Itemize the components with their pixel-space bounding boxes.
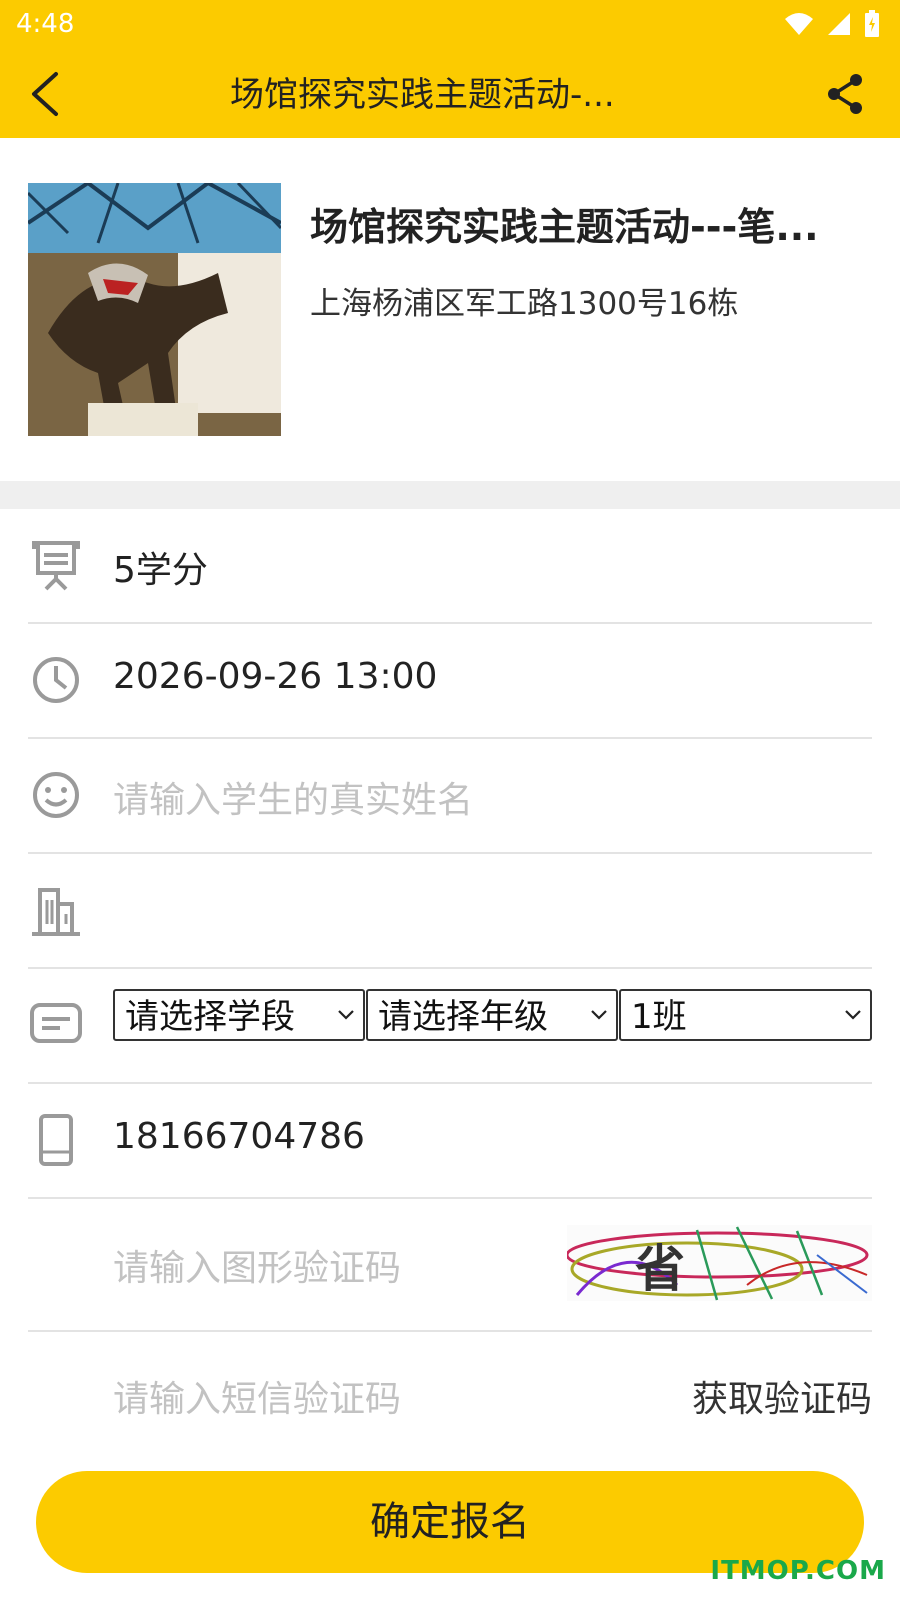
message-box-icon [30,1003,82,1043]
sms-row: 请输入短信验证码 获取验证码 [28,1332,872,1448]
activity-title: 场馆探究实践主题活动---笔... [310,205,819,249]
activity-thumbnail [28,183,281,436]
credit-value: 5学分 [113,550,208,591]
name-row[interactable]: 请输入学生的真实姓名 [28,739,872,854]
watermark: ITMOP.COM [710,1556,886,1586]
chevron-down-icon [591,1010,607,1020]
stage-select[interactable]: 请选择学段 [113,989,365,1041]
page-title: 场馆探究实践主题活动-... [230,75,615,115]
activity-address: 上海杨浦区军工路1300号16栋 [310,286,739,322]
activity-card[interactable]: 场馆探究实践主题活动---笔... 上海杨浦区军工路1300号16栋 [0,138,900,481]
class-select[interactable]: 1班 [619,989,872,1041]
grade-select-value: 请选择年级 [378,997,548,1037]
presentation-board-icon [32,541,80,591]
get-code-button[interactable]: 获取验证码 [692,1370,872,1422]
battery-icon [865,10,879,37]
captcha-input[interactable]: 请输入图形验证码 [113,1239,401,1291]
status-icons [784,10,880,38]
credit-row: 5学分 [28,509,872,624]
class-row: 请选择学段 请选择年级 1班 [28,969,872,1084]
captcha-noise [567,1226,869,1301]
grade-select[interactable]: 请选择年级 [366,989,618,1041]
student-name-input[interactable]: 请输入学生的真实姓名 [113,771,473,823]
datetime-row: 2026-09-26 13:00 [28,624,872,739]
captcha-row: 请输入图形验证码 省 [28,1199,872,1332]
stage-select-value: 请选择学段 [125,997,295,1037]
back-arrow-icon[interactable] [22,68,74,120]
app-bar: 场馆探究实践主题活动-... [0,50,900,138]
smiley-face-icon [33,772,79,818]
chevron-down-icon [845,1010,861,1020]
sms-code-input[interactable]: 请输入短信验证码 [113,1370,401,1422]
captcha-char: 省 [635,1240,685,1298]
school-row[interactable] [28,854,872,969]
share-icon[interactable] [822,70,870,118]
phone-row[interactable]: 18166704786 [28,1084,872,1199]
section-divider [0,481,900,509]
wifi-icon [785,13,813,35]
phone-input[interactable]: 18166704786 [113,1116,365,1157]
mobile-phone-icon [39,1114,73,1166]
status-time: 4:48 [16,9,75,39]
datetime-value: 2026-09-26 13:00 [113,656,438,697]
class-select-value: 1班 [631,997,687,1037]
clock-icon [33,657,79,703]
status-bar: 4:48 [0,0,900,50]
captcha-image[interactable]: 省 [567,1225,872,1301]
signal-icon [828,13,850,35]
building-icon [32,888,80,936]
chevron-down-icon [338,1010,354,1020]
